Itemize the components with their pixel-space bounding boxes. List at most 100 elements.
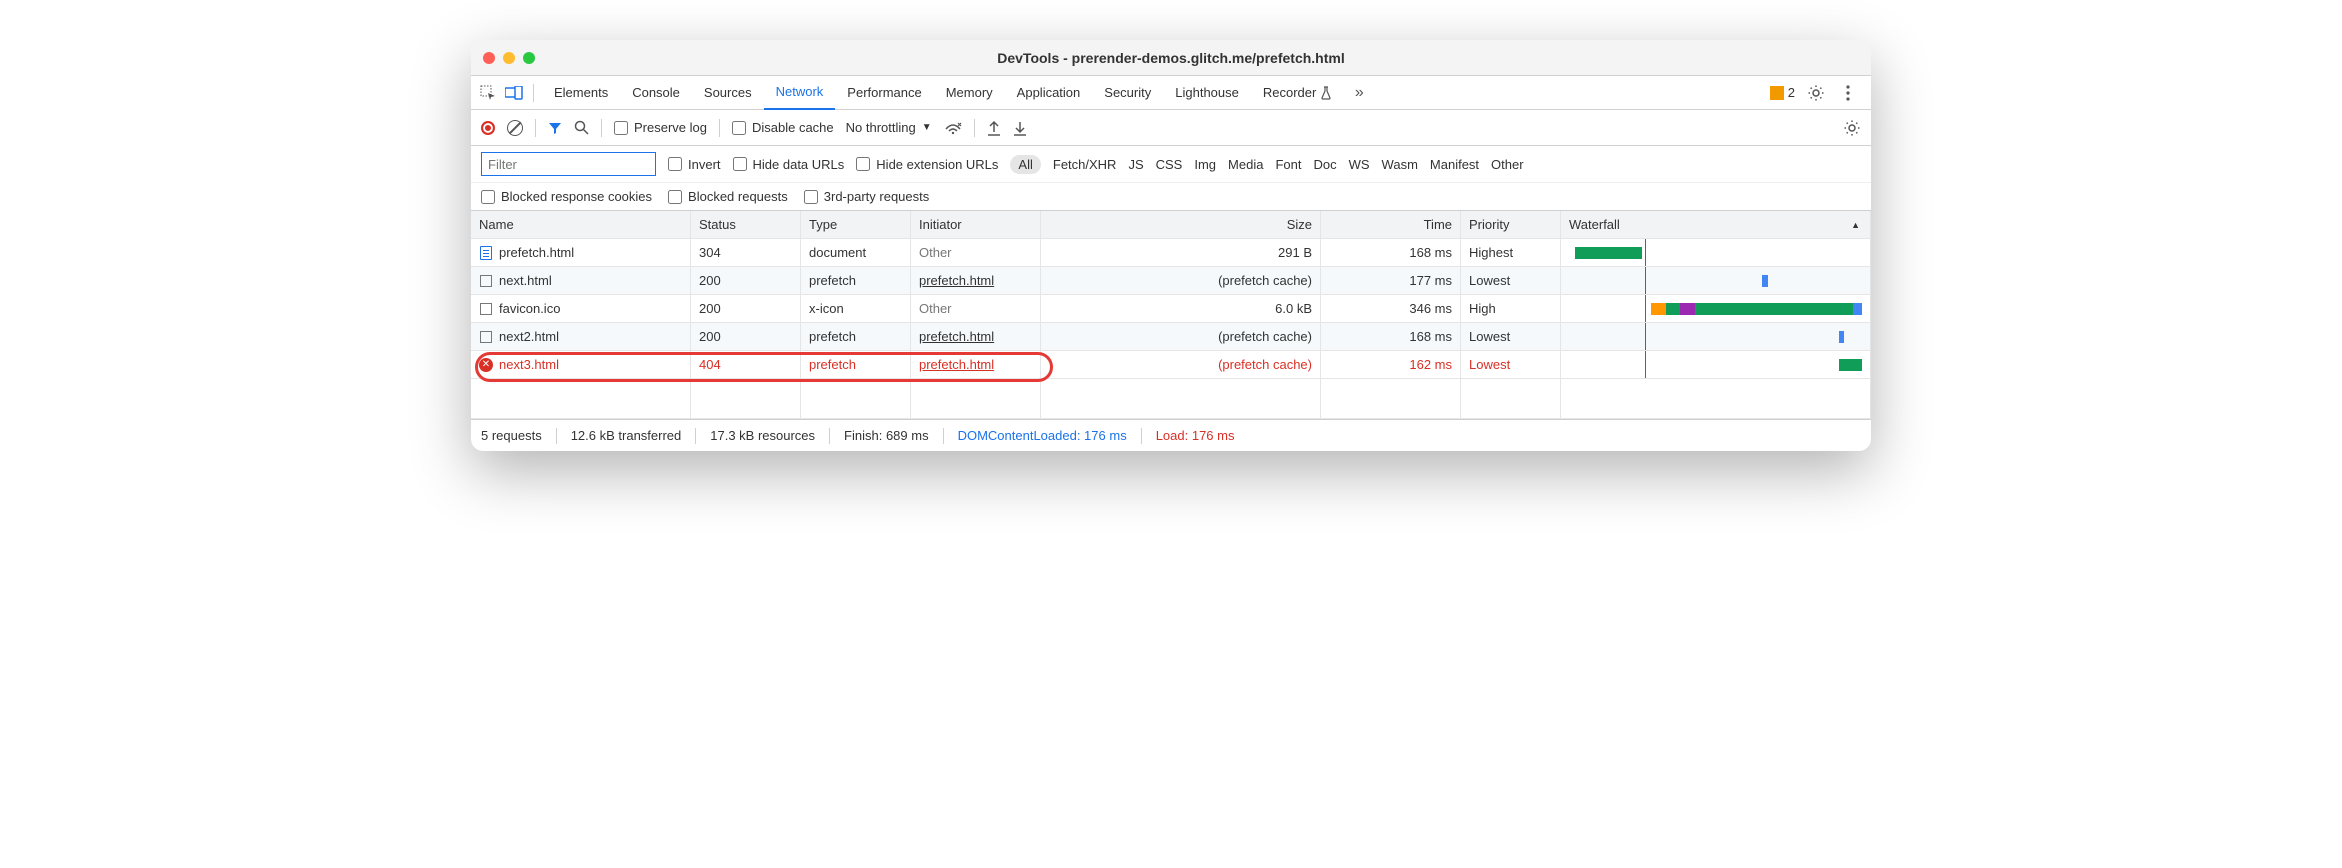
error-icon: ✕ [479, 357, 493, 373]
network-conditions-icon[interactable] [944, 121, 962, 135]
status-finish: Finish: 689 ms [844, 428, 929, 443]
filter-type-fetch-xhr[interactable]: Fetch/XHR [1053, 157, 1117, 172]
filter-type-js[interactable]: JS [1128, 157, 1143, 172]
row-waterfall [1561, 323, 1871, 350]
tab-memory[interactable]: Memory [934, 76, 1005, 110]
column-type[interactable]: Type [801, 211, 911, 238]
record-button[interactable] [481, 121, 495, 135]
more-tabs-icon[interactable]: » [1348, 82, 1370, 104]
filter-type-other[interactable]: Other [1491, 157, 1524, 172]
table-row[interactable]: ✕next3.html404prefetchprefetch.html(pref… [471, 351, 1871, 379]
tab-network[interactable]: Network [764, 76, 836, 110]
tab-recorder[interactable]: Recorder [1251, 76, 1344, 110]
column-status[interactable]: Status [691, 211, 801, 238]
column-size[interactable]: Size [1041, 211, 1321, 238]
filter-toggle-icon[interactable] [548, 121, 562, 135]
inspect-element-icon[interactable] [477, 82, 499, 104]
row-status: 304 [699, 245, 721, 260]
column-waterfall[interactable]: Waterfall [1561, 211, 1871, 238]
search-icon[interactable] [574, 120, 589, 135]
preserve-log-checkbox[interactable]: Preserve log [614, 120, 707, 135]
initiator-link[interactable]: prefetch.html [919, 329, 994, 344]
row-waterfall [1561, 295, 1871, 322]
hide-data-urls-checkbox[interactable]: Hide data URLs [733, 157, 845, 172]
tab-application[interactable]: Application [1005, 76, 1093, 110]
document-icon [479, 245, 493, 261]
warning-icon [1770, 86, 1784, 100]
row-size: (prefetch cache) [1218, 329, 1312, 344]
table-row[interactable]: next2.html200prefetchprefetch.html(prefe… [471, 323, 1871, 351]
initiator-link[interactable]: prefetch.html [919, 273, 994, 288]
filter-type-img[interactable]: Img [1194, 157, 1216, 172]
filter-type-css[interactable]: CSS [1156, 157, 1183, 172]
row-type: document [809, 245, 866, 260]
row-type: prefetch [809, 273, 856, 288]
tab-elements[interactable]: Elements [542, 76, 620, 110]
tab-console[interactable]: Console [620, 76, 692, 110]
filter-bar-2: Blocked response cookies Blocked request… [471, 183, 1871, 211]
filter-input[interactable] [481, 152, 656, 176]
row-type: x-icon [809, 301, 844, 316]
filter-type-doc[interactable]: Doc [1313, 157, 1336, 172]
status-resources: 17.3 kB resources [710, 428, 815, 443]
warnings-count: 2 [1788, 85, 1795, 100]
filter-type-manifest[interactable]: Manifest [1430, 157, 1479, 172]
filter-type-ws[interactable]: WS [1349, 157, 1370, 172]
warnings-badge[interactable]: 2 [1770, 85, 1795, 100]
flask-icon [1320, 86, 1332, 100]
filter-type-media[interactable]: Media [1228, 157, 1263, 172]
row-status: 200 [699, 329, 721, 344]
row-status: 200 [699, 301, 721, 316]
hide-extension-urls-checkbox[interactable]: Hide extension URLs [856, 157, 998, 172]
row-status: 200 [699, 273, 721, 288]
status-load: Load: 176 ms [1156, 428, 1235, 443]
status-transferred: 12.6 kB transferred [571, 428, 682, 443]
tab-security[interactable]: Security [1092, 76, 1163, 110]
tab-lighthouse[interactable]: Lighthouse [1163, 76, 1251, 110]
row-time: 346 ms [1409, 301, 1452, 316]
table-row[interactable]: prefetch.html304documentOther291 B168 ms… [471, 239, 1871, 267]
initiator-text: Other [919, 245, 952, 260]
titlebar: DevTools - prerender-demos.glitch.me/pre… [471, 40, 1871, 76]
row-waterfall [1561, 267, 1871, 294]
table-header[interactable]: Name Status Type Initiator Size Time Pri… [471, 211, 1871, 239]
network-settings-icon[interactable] [1843, 119, 1861, 137]
device-toolbar-icon[interactable] [503, 82, 525, 104]
row-priority: Lowest [1469, 273, 1510, 288]
table-row[interactable]: next.html200prefetchprefetch.html(prefet… [471, 267, 1871, 295]
filter-type-wasm[interactable]: Wasm [1382, 157, 1418, 172]
network-toolbar: Preserve log Disable cache No throttling… [471, 110, 1871, 146]
row-status: 404 [699, 357, 721, 372]
invert-checkbox[interactable]: Invert [668, 157, 721, 172]
column-time[interactable]: Time [1321, 211, 1461, 238]
filter-type-font[interactable]: Font [1275, 157, 1301, 172]
filter-bar: Invert Hide data URLs Hide extension URL… [471, 146, 1871, 183]
status-bar: 5 requests 12.6 kB transferred 17.3 kB r… [471, 419, 1871, 451]
status-requests: 5 requests [481, 428, 542, 443]
blocked-cookies-checkbox[interactable]: Blocked response cookies [481, 189, 652, 204]
maximize-window-button[interactable] [523, 52, 535, 64]
clear-button[interactable] [507, 120, 523, 136]
export-har-icon[interactable] [1013, 120, 1027, 136]
row-name: favicon.ico [499, 301, 560, 316]
settings-icon[interactable] [1805, 82, 1827, 104]
kebab-menu-icon[interactable] [1837, 82, 1859, 104]
initiator-link[interactable]: prefetch.html [919, 357, 994, 372]
row-priority: Lowest [1469, 357, 1510, 372]
close-window-button[interactable] [483, 52, 495, 64]
column-name[interactable]: Name [471, 211, 691, 238]
disable-cache-checkbox[interactable]: Disable cache [732, 120, 834, 135]
minimize-window-button[interactable] [503, 52, 515, 64]
import-har-icon[interactable] [987, 120, 1001, 136]
blocked-requests-checkbox[interactable]: Blocked requests [668, 189, 788, 204]
tab-performance[interactable]: Performance [835, 76, 933, 110]
table-row[interactable]: favicon.ico200x-iconOther6.0 kB346 msHig… [471, 295, 1871, 323]
row-size: (prefetch cache) [1218, 273, 1312, 288]
column-priority[interactable]: Priority [1461, 211, 1561, 238]
file-icon [479, 301, 493, 317]
third-party-checkbox[interactable]: 3rd-party requests [804, 189, 930, 204]
filter-type-all[interactable]: All [1010, 155, 1040, 174]
throttling-select[interactable]: No throttling ▼ [846, 120, 932, 135]
tab-sources[interactable]: Sources [692, 76, 764, 110]
column-initiator[interactable]: Initiator [911, 211, 1041, 238]
